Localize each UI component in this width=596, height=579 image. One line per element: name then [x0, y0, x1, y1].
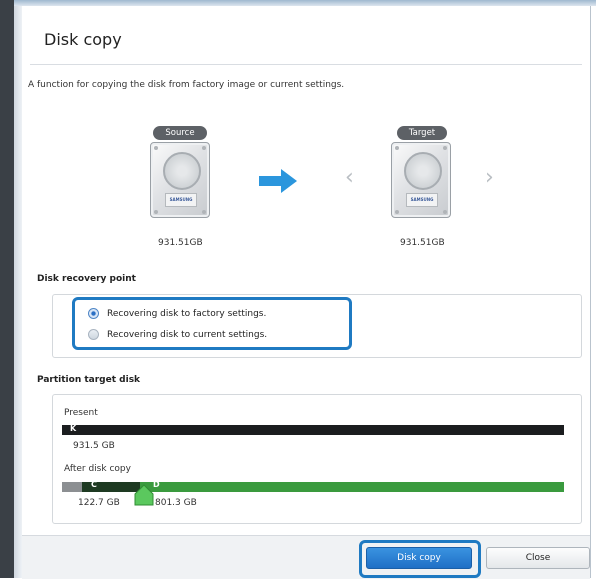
present-label: Present — [64, 408, 98, 418]
present-drive-letter: K — [70, 424, 77, 433]
target-disk-size: 931.51GB — [400, 238, 445, 248]
dialog-title: Disk copy — [44, 30, 122, 49]
disk-copy-button-highlight — [359, 540, 481, 578]
chevron-left-icon[interactable]: ‹ — [345, 167, 354, 189]
target-badge: Target — [396, 126, 448, 140]
title-divider — [30, 64, 582, 65]
recovery-section-title: Disk recovery point — [37, 274, 136, 284]
source-disk: Source — [144, 120, 216, 140]
partition-d-size: 801.3 GB — [155, 498, 197, 508]
partition-section-title: Partition target disk — [37, 375, 141, 385]
present-partition-bar — [62, 425, 564, 435]
source-hard-disk-icon: SAMSUNG — [150, 142, 210, 218]
arrow-right-icon — [259, 169, 297, 193]
target-disk: Target — [386, 120, 458, 140]
window-frame-left — [0, 0, 14, 578]
source-badge: Source — [153, 126, 207, 140]
split-handle-icon[interactable] — [133, 484, 155, 506]
target-hard-disk-icon: SAMSUNG — [391, 142, 451, 218]
chevron-right-icon[interactable]: › — [485, 167, 494, 189]
present-size: 931.5 GB — [73, 441, 115, 451]
source-disk-size: 931.51GB — [158, 238, 203, 248]
partition-box — [52, 394, 582, 524]
partition-c-letter: C — [91, 480, 97, 489]
after-copy-label: After disk copy — [64, 464, 131, 474]
close-button[interactable]: Close — [486, 547, 590, 569]
window-frame-edge — [14, 0, 22, 578]
dialog-description: A function for copying the disk from fac… — [28, 80, 345, 90]
partition-c-size: 122.7 GB — [78, 498, 120, 508]
recovery-options-highlight — [72, 297, 352, 350]
